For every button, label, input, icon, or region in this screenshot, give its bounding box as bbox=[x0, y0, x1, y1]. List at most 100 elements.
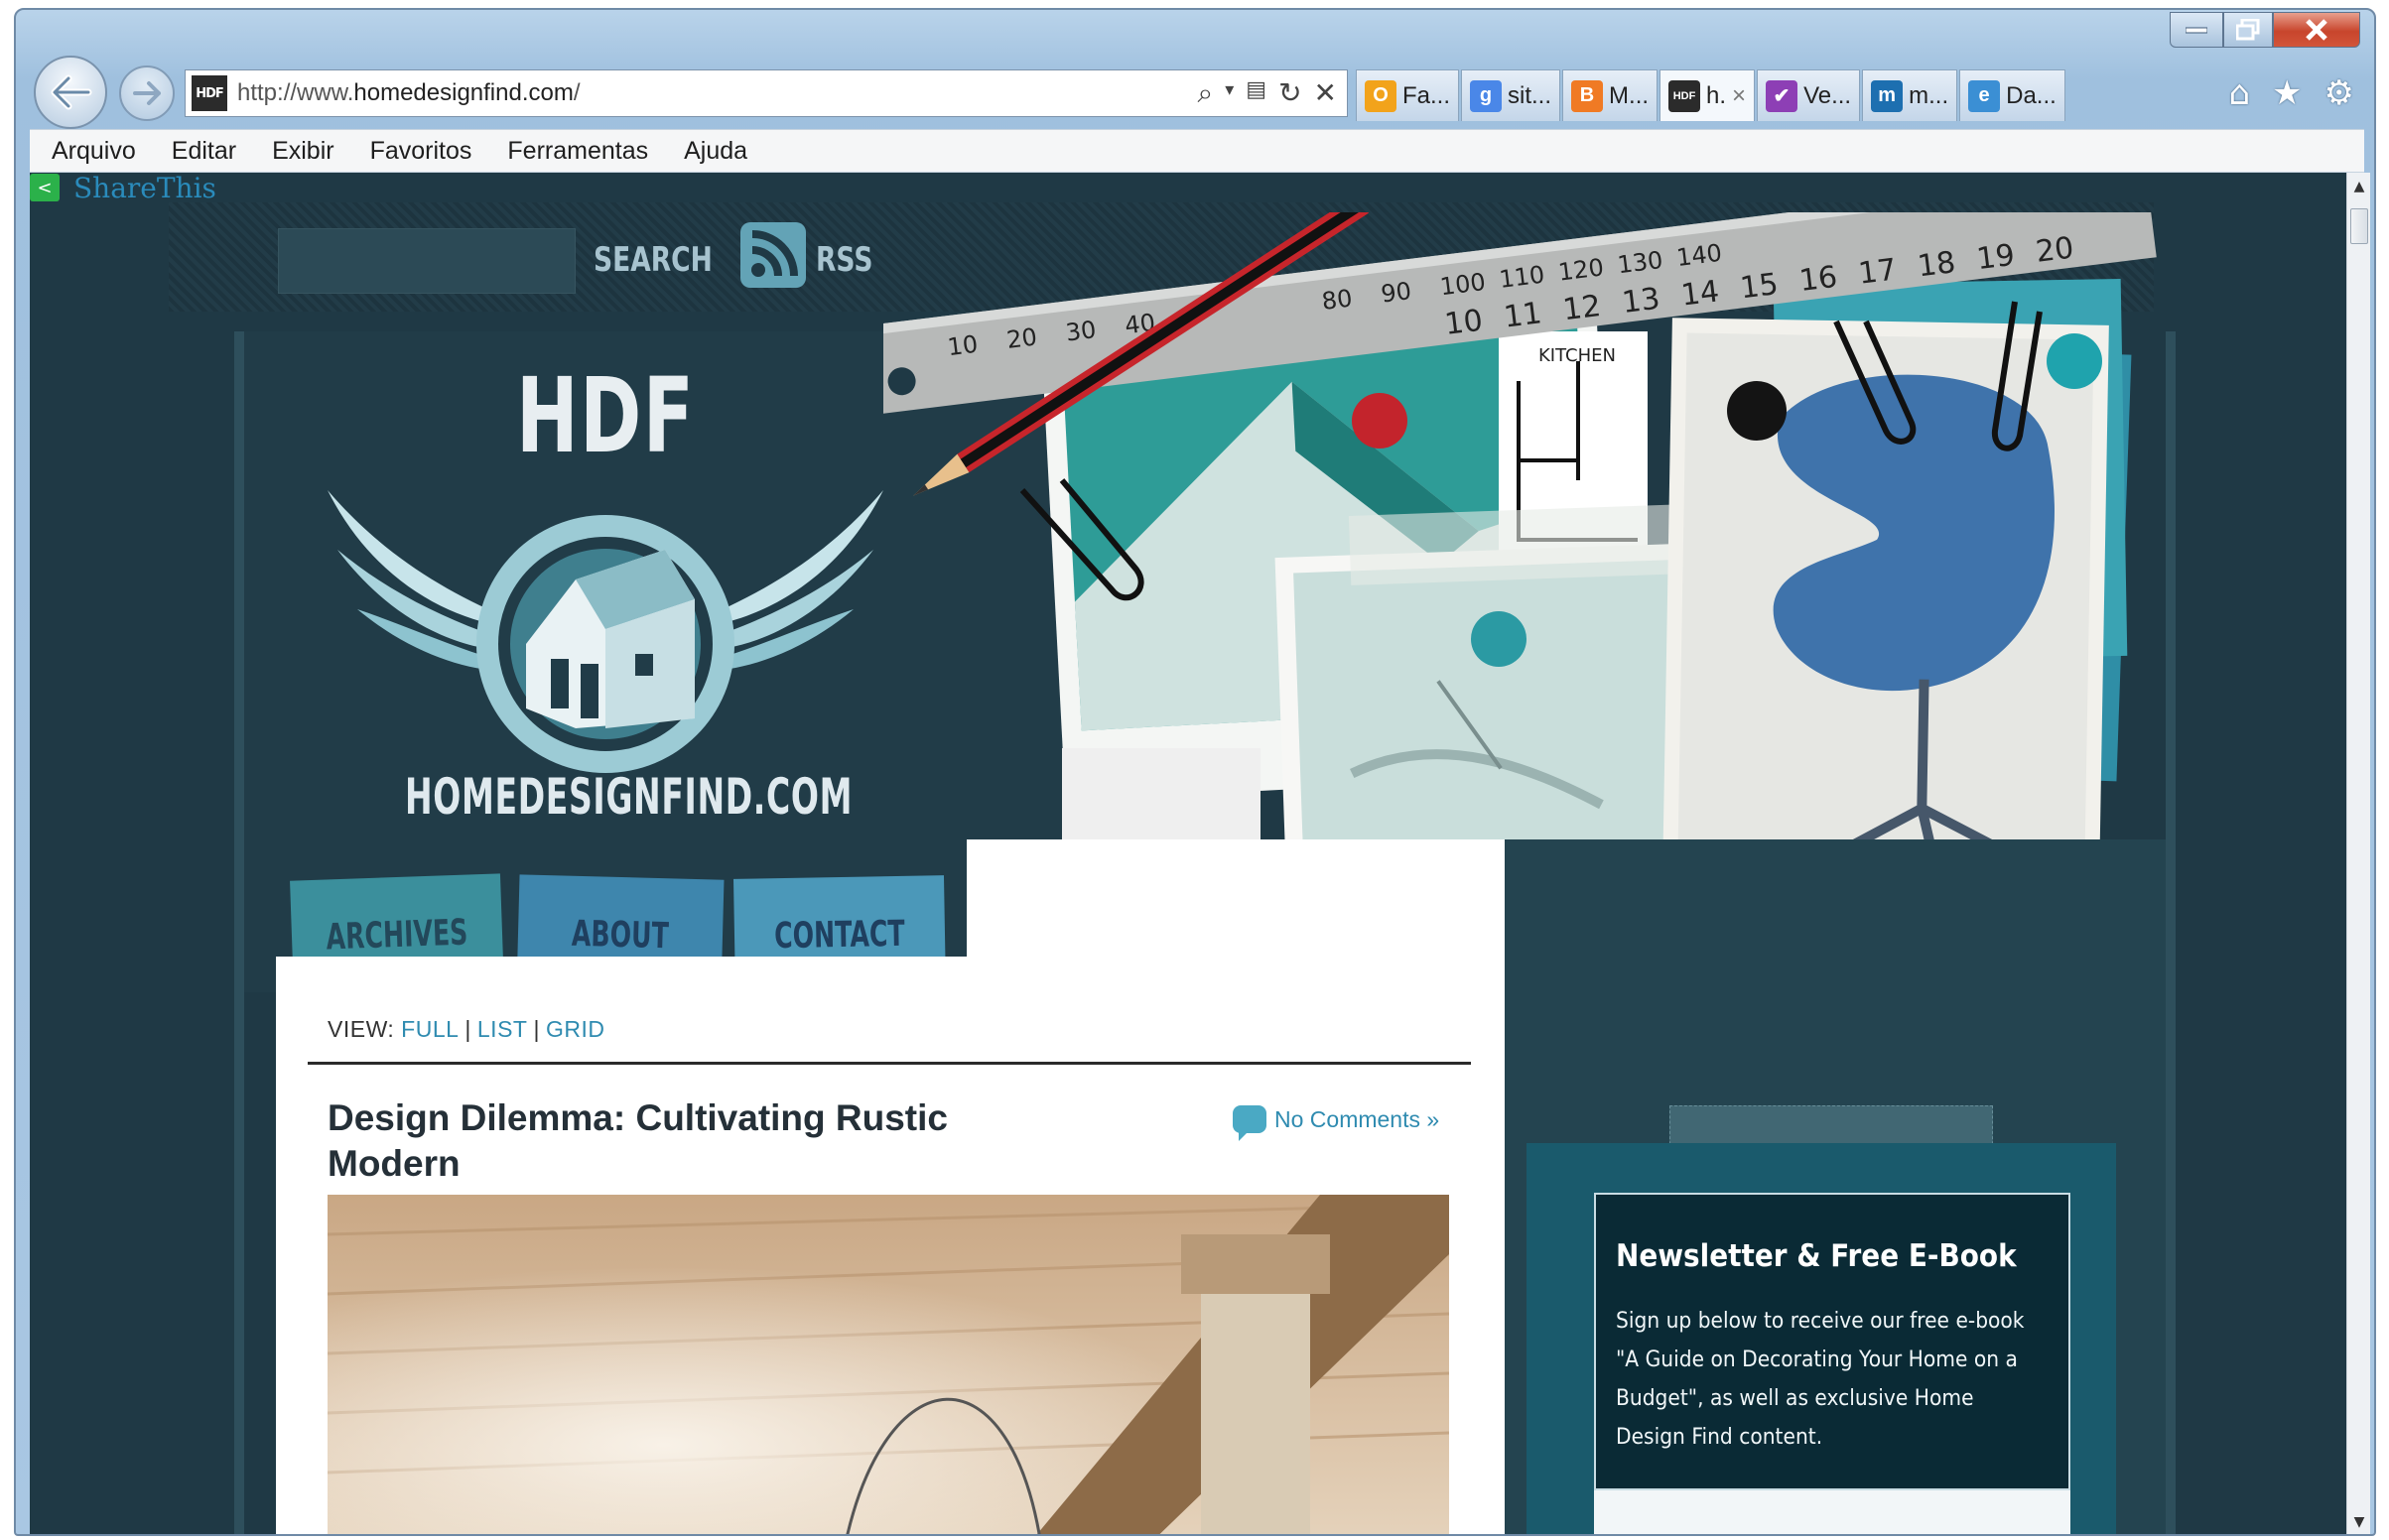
minimize-button[interactable] bbox=[2170, 12, 2223, 48]
nav-contact-label: CONTACT bbox=[773, 913, 906, 957]
rss-icon[interactable] bbox=[740, 222, 806, 288]
back-button[interactable] bbox=[34, 56, 107, 129]
view-separator: | bbox=[465, 1016, 471, 1042]
svg-text:10: 10 bbox=[1443, 304, 1485, 342]
logo-text[interactable]: HDF bbox=[516, 355, 695, 476]
outlook-icon: O bbox=[1365, 79, 1396, 112]
svg-text:17: 17 bbox=[1856, 252, 1898, 291]
stop-icon[interactable]: ✕ bbox=[1314, 76, 1337, 110]
svg-text:11: 11 bbox=[1502, 296, 1543, 334]
search-icon[interactable]: ⌕ bbox=[1198, 76, 1214, 110]
menu-bar: Arquivo Editar Exibir Favoritos Ferramen… bbox=[30, 129, 2364, 173]
svg-text:16: 16 bbox=[1797, 260, 1839, 299]
browser-tab[interactable]: e Da... bbox=[1959, 69, 2065, 121]
svg-text:120: 120 bbox=[1556, 253, 1605, 286]
comments-link[interactable]: No Comments » bbox=[1233, 1105, 1439, 1141]
menu-arquivo[interactable]: Arquivo bbox=[52, 137, 136, 166]
svg-text:110: 110 bbox=[1498, 261, 1546, 294]
scroll-up-icon[interactable]: ▲ bbox=[2347, 179, 2371, 194]
address-bar[interactable]: HDF http://www.homedesignfind.com/ ⌕ ▾ ▤… bbox=[185, 69, 1348, 117]
scroll-down-icon[interactable]: ▼ bbox=[2347, 1514, 2371, 1530]
google-icon: g bbox=[1470, 79, 1503, 112]
search-button[interactable]: SEARCH bbox=[594, 240, 713, 280]
tab-strip: O Fa... g sit... B M... HDF h. × ✔ Ve... m m... e Da..… bbox=[1356, 69, 2067, 121]
newsletter-widget: Newsletter & Free E-Book Sign up below t… bbox=[1526, 1143, 2116, 1534]
svg-text:140: 140 bbox=[1675, 239, 1724, 272]
browser-tab-label: sit... bbox=[1508, 81, 1552, 109]
dropdown-icon[interactable]: ▾ bbox=[1225, 76, 1234, 110]
nav-about-label: ABOUT bbox=[571, 913, 670, 957]
menu-editar[interactable]: Editar bbox=[172, 137, 236, 166]
content-top-strip bbox=[967, 839, 1505, 962]
nav-archives-label: ARCHIVES bbox=[325, 912, 469, 958]
browser-window: HDF http://www.homedesignfind.com/ ⌕ ▾ ▤… bbox=[14, 8, 2376, 1536]
rss-feed-glyph bbox=[751, 230, 798, 277]
sharethis-label: ShareThis bbox=[73, 173, 216, 204]
newsletter-panel: Newsletter & Free E-Book Sign up below t… bbox=[1594, 1193, 2070, 1490]
share-icon: < bbox=[30, 174, 60, 201]
svg-text:14: 14 bbox=[1679, 274, 1721, 313]
divider bbox=[308, 1062, 1471, 1065]
main-content: VIEW: FULL | LIST | GRID Design Dilemma: Cul… bbox=[276, 957, 1505, 1534]
compatibility-view-icon[interactable]: ▤ bbox=[1246, 76, 1266, 110]
site-name[interactable]: HOMEDESIGNFIND.COM bbox=[405, 768, 853, 826]
close-window-button[interactable] bbox=[2273, 12, 2360, 48]
hdf-logo-emblem-icon[interactable] bbox=[328, 431, 883, 808]
comment-bubble-icon bbox=[1233, 1105, 1266, 1141]
home-icon[interactable]: ⌂ bbox=[2228, 73, 2250, 113]
search-input[interactable] bbox=[278, 228, 576, 294]
post-image[interactable] bbox=[328, 1195, 1449, 1534]
browser-tab[interactable]: m m... bbox=[1862, 69, 1958, 121]
svg-text:90: 90 bbox=[1380, 277, 1413, 309]
browser-tab-label: M... bbox=[1609, 81, 1650, 109]
tools-gear-icon[interactable]: ⚙ bbox=[2324, 73, 2354, 113]
browser-tab-label: Ve... bbox=[1803, 81, 1852, 109]
address-actions: ⌕ ▾ ▤ ↻ ✕ bbox=[1198, 76, 1337, 110]
address-url[interactable]: http://www.homedesignfind.com/ bbox=[237, 79, 1198, 107]
view-grid-link[interactable]: GRID bbox=[546, 1016, 605, 1042]
browser-tab-label: Fa... bbox=[1402, 81, 1451, 109]
svg-text:12: 12 bbox=[1561, 289, 1603, 327]
svg-text:20: 20 bbox=[2034, 230, 2075, 269]
scroll-thumb[interactable] bbox=[2350, 208, 2368, 244]
view-switcher: VIEW: FULL | LIST | GRID bbox=[328, 1016, 604, 1043]
restore-icon bbox=[2236, 19, 2260, 41]
maximize-button[interactable] bbox=[2223, 12, 2273, 48]
view-separator: | bbox=[533, 1016, 540, 1042]
svg-text:130: 130 bbox=[1616, 246, 1664, 279]
newsletter-text: Sign up below to receive our free e-book… bbox=[1616, 1309, 2025, 1450]
browser-tab[interactable]: O Fa... bbox=[1356, 69, 1460, 121]
view-list-link[interactable]: LIST bbox=[477, 1016, 528, 1042]
menu-favoritos[interactable]: Favoritos bbox=[370, 137, 472, 166]
post-title[interactable]: Design Dilemma: Cultivating Rustic Moder… bbox=[328, 1095, 1082, 1187]
forward-arrow-icon bbox=[133, 81, 161, 105]
browser-tab-label: Da... bbox=[2006, 81, 2057, 109]
svg-text:20: 20 bbox=[1005, 322, 1039, 354]
menu-ferramentas[interactable]: Ferramentas bbox=[507, 137, 648, 166]
m-app-icon: m bbox=[1871, 79, 1904, 112]
sharethis-bar[interactable]: < ShareThis bbox=[30, 173, 216, 204]
newsletter-form[interactable] bbox=[1594, 1490, 2070, 1534]
url-domain: homedesignfind.com bbox=[353, 79, 574, 106]
browser-tab[interactable]: ✔ Ve... bbox=[1757, 69, 1861, 121]
favorites-star-icon[interactable]: ★ bbox=[2272, 73, 2302, 113]
browser-tab[interactable]: B M... bbox=[1562, 69, 1659, 121]
rss-label[interactable]: RSS bbox=[816, 240, 872, 280]
browser-tab[interactable]: HDF h. × bbox=[1659, 69, 1756, 121]
menu-ajuda[interactable]: Ajuda bbox=[684, 137, 747, 166]
tab-close-icon[interactable]: × bbox=[1732, 82, 1746, 110]
svg-text:30: 30 bbox=[1064, 316, 1098, 347]
view-full-link[interactable]: FULL bbox=[401, 1016, 459, 1042]
refresh-icon[interactable]: ↻ bbox=[1278, 76, 1301, 110]
svg-text:18: 18 bbox=[1916, 245, 1957, 284]
forward-button[interactable] bbox=[119, 65, 175, 121]
ie-icon: e bbox=[1968, 79, 2001, 112]
svg-text:19: 19 bbox=[1975, 238, 2017, 277]
vertical-scrollbar[interactable]: ▲ ▼ bbox=[2346, 173, 2371, 1534]
checkbox-app-icon: ✔ bbox=[1766, 79, 1798, 112]
browser-tab[interactable]: g sit... bbox=[1461, 69, 1561, 121]
page-viewport: < ShareThis SEARCH RSS HDF HOMEDESIGNFIN… bbox=[30, 173, 2346, 1534]
browser-tab-label: h. bbox=[1706, 81, 1727, 109]
minimize-icon bbox=[2186, 27, 2207, 34]
menu-exibir[interactable]: Exibir bbox=[272, 137, 334, 166]
